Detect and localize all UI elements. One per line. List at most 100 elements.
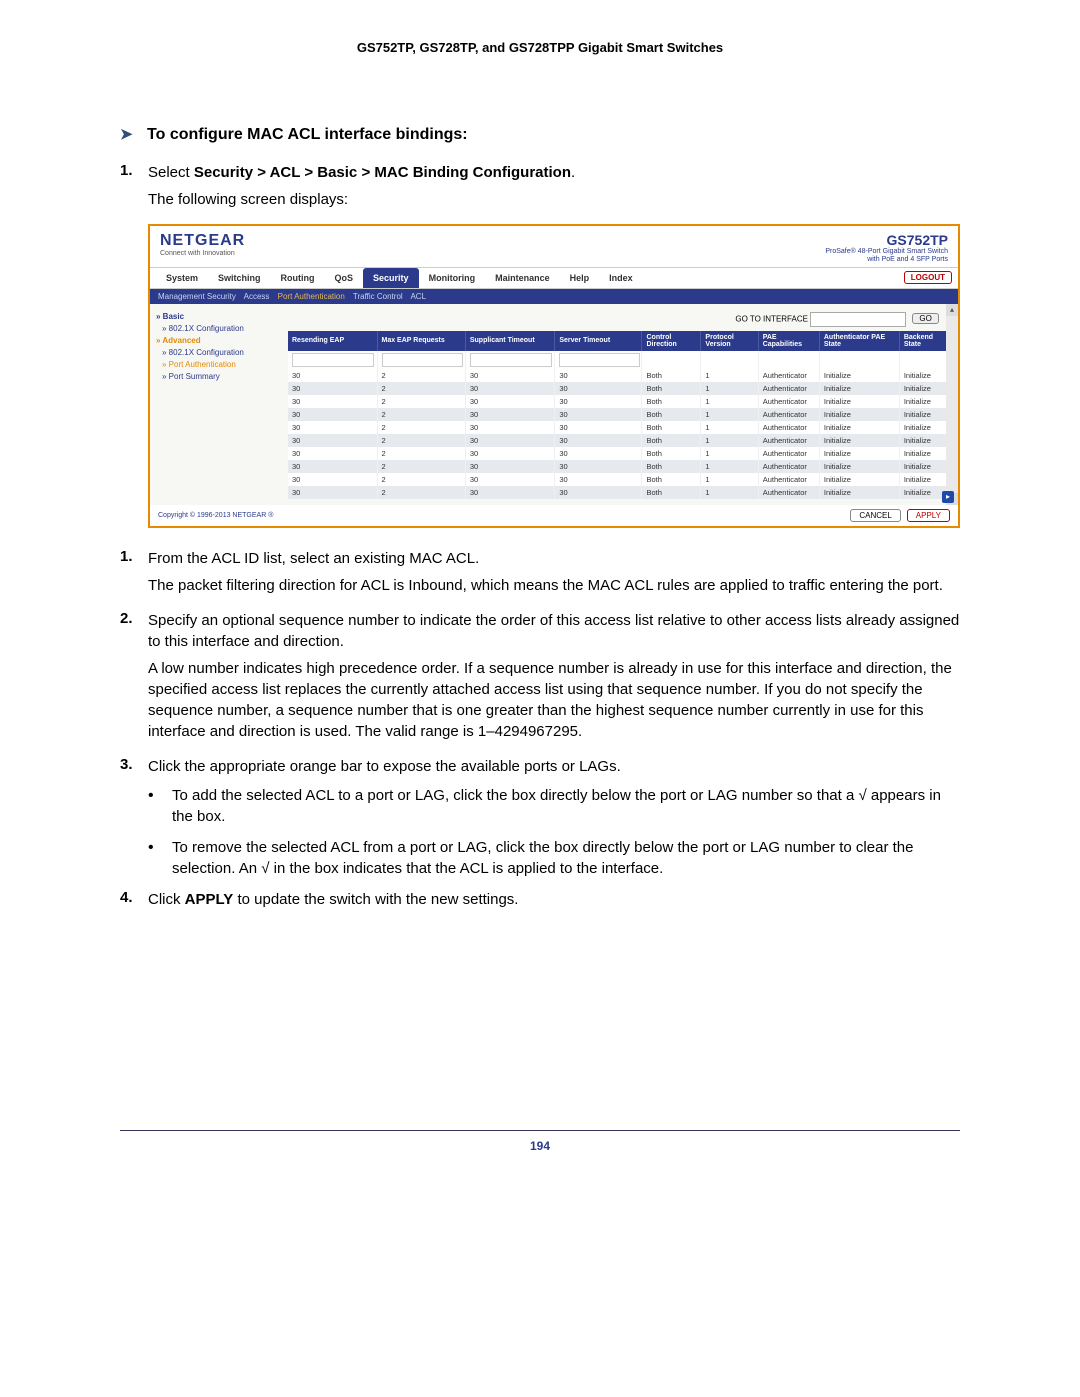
table-cell: 30 [555,447,642,460]
table-row[interactable]: 3023030Both1AuthenticatorInitializeIniti… [288,421,952,434]
filter-input[interactable] [292,353,374,367]
table-cell: 1 [701,460,758,473]
nav-switching[interactable]: Switching [208,268,271,288]
filter-input[interactable] [559,353,639,367]
go-button[interactable]: GO [912,313,938,324]
table-cell: Both [642,434,701,447]
filter-input[interactable] [470,353,552,367]
sub-nav: Management Security Access Port Authenti… [150,289,958,304]
section-title: To configure MAC ACL interface bindings: [120,125,960,144]
filter-row [288,351,952,369]
table-cell: 30 [288,369,377,382]
table-cell: 1 [701,382,758,395]
table-cell: 30 [555,421,642,434]
sidebar-8021x-2[interactable]: » 802.1X Configuration [162,348,276,357]
table-cell: 1 [701,473,758,486]
cancel-button[interactable]: CANCEL [850,509,900,522]
step-num: 3. [120,756,148,777]
scroll-up-icon[interactable]: ▴ [946,304,958,316]
col-maxeap: Max EAP Requests [377,331,465,351]
table-cell: Initialize [899,434,951,447]
table-cell: Initialize [899,395,951,408]
table-cell: 30 [465,369,554,382]
copyright: Copyright © 1996-2013 NETGEAR ® [158,512,273,519]
col-pae: PAE Capabilities [758,331,819,351]
logout-button[interactable]: LOGOUT [904,271,952,284]
table-row[interactable]: 3023030Both1AuthenticatorInitializeIniti… [288,447,952,460]
subnav-mgmt[interactable]: Management Security [158,292,236,301]
table-cell: Both [642,382,701,395]
table-cell: Authenticator [758,486,819,499]
sidebar-port-summary[interactable]: » Port Summary [162,372,276,381]
nav-qos[interactable]: QoS [325,268,364,288]
table-cell: 30 [555,486,642,499]
sidebar-basic[interactable]: » Basic [156,312,276,321]
table-row[interactable]: 3023030Both1AuthenticatorInitializeIniti… [288,486,952,499]
scroll-right-icon[interactable]: ▸ [942,491,954,503]
table-cell: Authenticator [758,395,819,408]
nav-index[interactable]: Index [599,268,643,288]
list-item: To add the selected ACL to a port or LAG… [148,785,960,827]
table-cell: Authenticator [758,382,819,395]
nav-routing[interactable]: Routing [271,268,325,288]
col-resending: Resending EAP [288,331,377,351]
table-cell: 2 [377,421,465,434]
table-cell: Initialize [819,434,899,447]
table-cell: Both [642,369,701,382]
table-cell: Authenticator [758,473,819,486]
table-row[interactable]: 3023030Both1AuthenticatorInitializeIniti… [288,369,952,382]
go-to-interface-input[interactable] [810,312,906,327]
embedded-screenshot: NETGEAR Connect with Innovation GS752TP … [148,224,960,528]
nav-system[interactable]: System [156,268,208,288]
doc-header: GS752TP, GS728TP, and GS728TPP Gigabit S… [120,40,960,55]
nav-security[interactable]: Security [363,268,419,288]
logo: NETGEAR [160,232,245,250]
step-num: 2. [120,610,148,652]
sidebar-8021x[interactable]: » 802.1X Configuration [162,324,276,333]
table-cell: 30 [555,382,642,395]
table-cell: Initialize [819,395,899,408]
subnav-access[interactable]: Access [244,292,270,301]
apply-button[interactable]: APPLY [907,509,950,522]
sidebar: » Basic » 802.1X Configuration » Advance… [150,304,282,505]
table-row[interactable]: 3023030Both1AuthenticatorInitializeIniti… [288,434,952,447]
table-cell: 30 [555,395,642,408]
table-cell: 1 [701,447,758,460]
subnav-acl[interactable]: ACL [410,292,426,301]
col-proto: Protocol Version [701,331,758,351]
table-cell: 30 [555,369,642,382]
subnav-portauth[interactable]: Port Authentication [278,292,345,301]
nav-monitoring[interactable]: Monitoring [419,268,486,288]
section-title-text: To configure MAC ACL interface bindings: [147,126,468,143]
table-cell: Both [642,421,701,434]
nav-maintenance[interactable]: Maintenance [485,268,560,288]
table-row[interactable]: 3023030Both1AuthenticatorInitializeIniti… [288,460,952,473]
table-cell: 30 [465,421,554,434]
sidebar-advanced[interactable]: » Advanced [156,336,276,345]
table-cell: 30 [465,382,554,395]
table-cell: Initialize [819,408,899,421]
table-row[interactable]: 3023030Both1AuthenticatorInitializeIniti… [288,395,952,408]
sidebar-port-auth[interactable]: » Port Authentication [162,360,276,369]
table-row[interactable]: 3023030Both1AuthenticatorInitializeIniti… [288,473,952,486]
nav-help[interactable]: Help [560,268,600,288]
model-name: GS752TP [825,232,948,248]
scrollbar[interactable]: ▴ ▾ [946,304,958,505]
table-row[interactable]: 3023030Both1AuthenticatorInitializeIniti… [288,382,952,395]
table-cell: 1 [701,408,758,421]
table-row[interactable]: 3023030Both1AuthenticatorInitializeIniti… [288,408,952,421]
model-desc2: with PoE and 4 SFP Ports [825,256,948,264]
table-cell: 30 [288,408,377,421]
bullet-icon [148,785,172,827]
table-cell: 30 [465,473,554,486]
filter-input[interactable] [382,353,463,367]
table-cell: Both [642,395,701,408]
table-cell: Authenticator [758,434,819,447]
table-cell: Initialize [819,447,899,460]
table-cell: Initialize [899,369,951,382]
table-cell: Initialize [899,421,951,434]
step-paragraph: The packet filtering direction for ACL i… [148,575,960,596]
subnav-traffic[interactable]: Traffic Control [353,292,403,301]
logo-tagline: Connect with Innovation [160,250,245,257]
table-cell: Initialize [819,473,899,486]
